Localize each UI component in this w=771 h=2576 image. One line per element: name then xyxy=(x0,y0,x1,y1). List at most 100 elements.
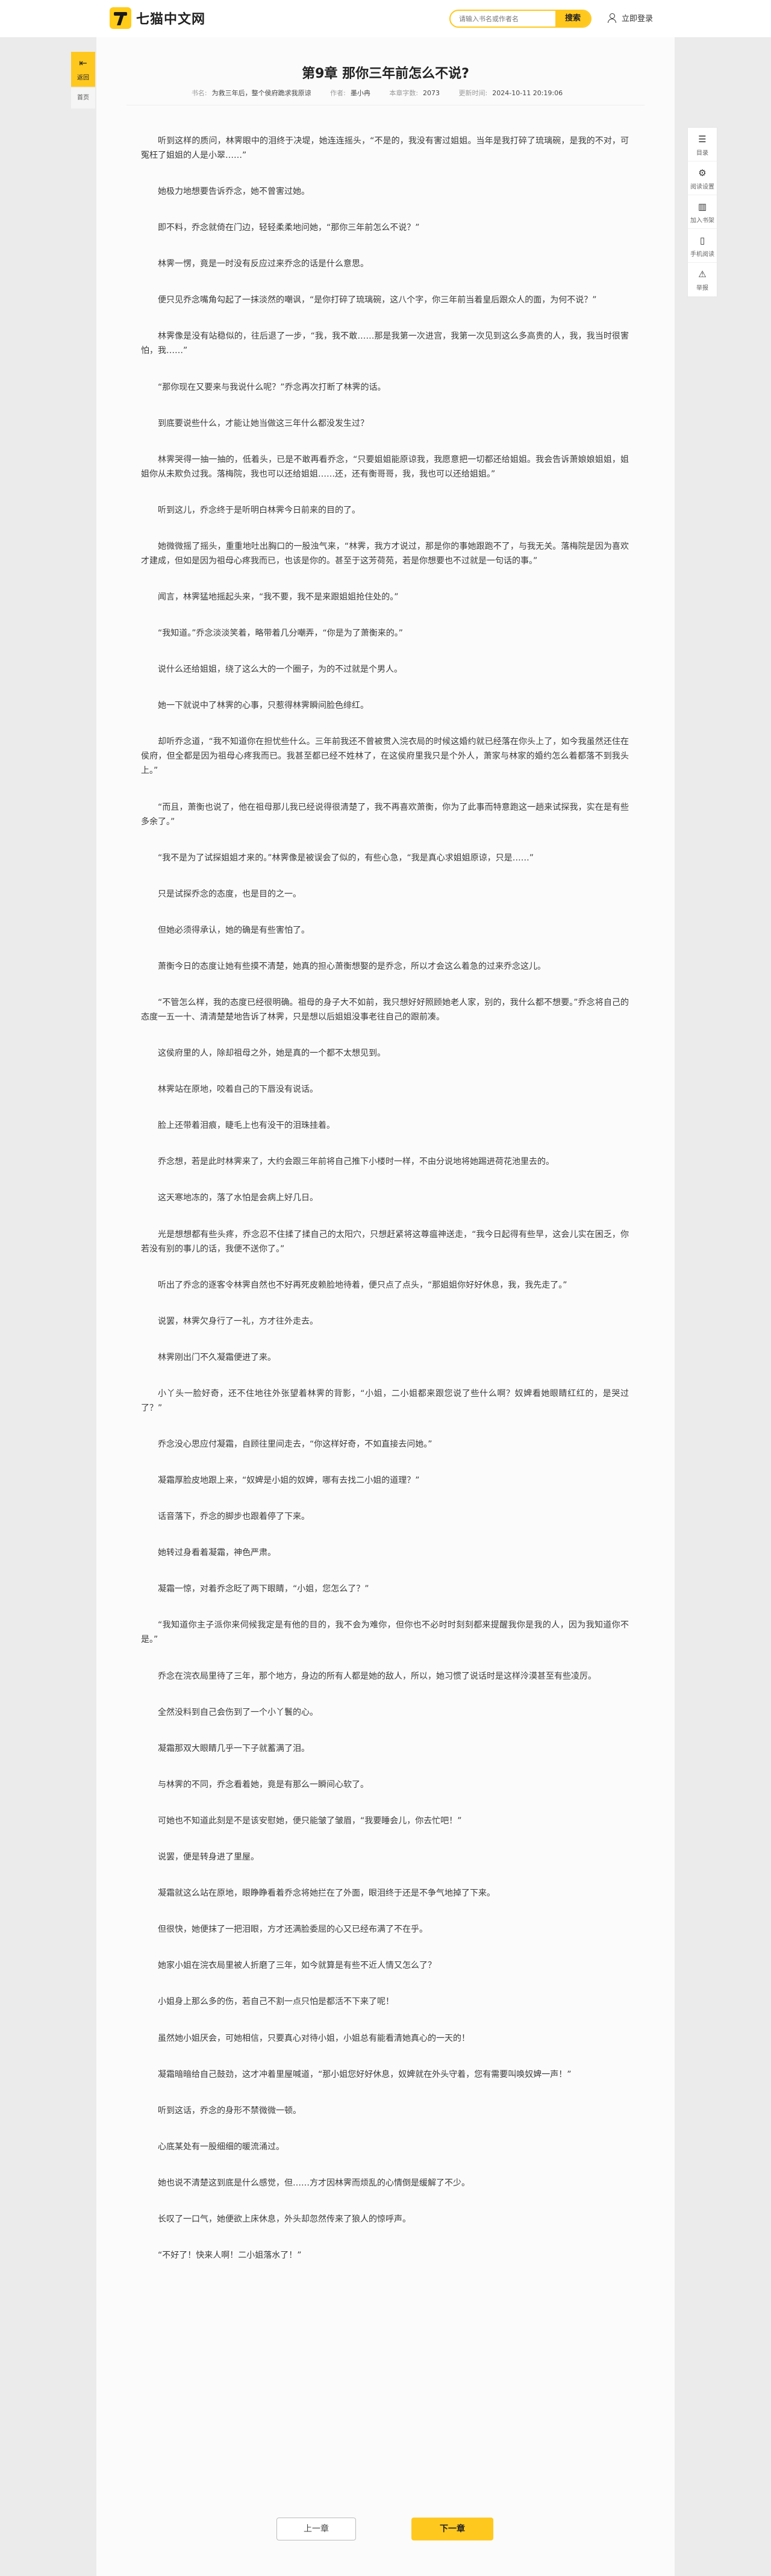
content-paragraph: 但很快，她便抹了一把泪眼，方才还满脸委屈的心又已经布满了不在乎。 xyxy=(158,1925,428,1935)
content-paragraph: “我知道。”乔念淡淡笑着，略带着几分嘲弄，“你是为了萧衡来的。” xyxy=(158,628,404,639)
catalog-icon: ☰ xyxy=(698,134,707,145)
content-paragraph: 林霁站在原地，咬着自己的下唇没有说话。 xyxy=(158,1085,318,1095)
search-button[interactable]: 搜索 xyxy=(555,11,590,27)
home-button[interactable]: 首页 xyxy=(71,88,95,108)
content-paragraph: 可她也不知道此刻是不是该安慰她，便只能皱了皱眉，“我要睡会儿，你去忙吧！” xyxy=(158,1816,462,1826)
back-label: 返回 xyxy=(77,75,89,81)
content-paragraph: 便只见乔念嘴角勾起了一抹淡然的嘲讽，“是你打碎了琉璃碗，这八个字，你三年前当着皇… xyxy=(158,295,597,306)
content-paragraph: 闻言，林霁猛地摇起头来，“我不要，我不是来跟姐姐抢住处的。” xyxy=(158,592,399,603)
content-paragraph: 乔念在浣衣局里待了三年，那个地方，身边的所有人都是她的敌人，所以，她习惯了说话时… xyxy=(158,1671,596,1681)
book-name[interactable]: 为救三年后，整个侯府跪求我原谅 xyxy=(212,89,311,97)
content-paragraph: 林霁一愣，竟是一时没有反应过来乔念的话是什么意思。 xyxy=(158,259,369,269)
content-paragraph: 凝霜就这么站在原地，眼睁睁看着乔念将她拦在了外面，眼泪终于还是不争气地掉了下来。 xyxy=(158,1888,495,1899)
tool-phone[interactable]: ▯ 手机阅读 xyxy=(688,229,717,263)
update-time-label: 更新时间: xyxy=(458,89,488,97)
content-paragraph: “而且，萧衡也说了，他在祖母那儿我已经说得很清楚了，我不再喜欢萧衡，你为了此事而… xyxy=(141,802,629,827)
reader-toolbar: ☰ 目录 ⚙ 阅读设置 ▥ 加入书架 ▯ 手机阅读 ⚠ 举报 xyxy=(687,127,717,297)
content-paragraph: 到底要说些什么，才能让她当做这三年什么都没发生过？ xyxy=(158,418,369,428)
content-paragraph: 她极力地想要告诉乔念，她不曾害过她。 xyxy=(158,187,310,197)
update-time: 2024-10-11 20:19:06 xyxy=(492,89,563,97)
settings-icon: ⚙ xyxy=(698,168,707,178)
content-paragraph: 长叹了一口气，她便欲上床休息，外头却忽然传来了狼人的惊呼声。 xyxy=(158,2214,411,2224)
author-label: 作者: xyxy=(330,89,346,97)
top-header: 七猫中文网 搜索 立即登录 xyxy=(0,0,771,38)
tool-bookshelf[interactable]: ▥ 加入书架 xyxy=(688,195,717,229)
tool-label: 加入书架 xyxy=(690,218,714,224)
content-paragraph: 听到这样的质问，林霁眼中的泪终于决堤，她连连摇头，“不是的，我没有害过姐姐。当年… xyxy=(141,136,629,160)
content-paragraph: “我不是为了试探姐姐才来的。”林霁像是被误会了似的，有些心急，“我是真心求姐姐原… xyxy=(158,853,534,863)
content-paragraph: 光是想想都有些头疼，乔念忍不住揉了揉自己的太阳穴，只想赶紧将这尊瘟神送走，“我今… xyxy=(141,1229,629,1254)
reading-area: 第9章 那你三年前怎么不说? 书名: 为救三年后，整个侯府跪求我原谅 作者: 墨小冉… xyxy=(96,37,675,2576)
tool-label: 阅读设置 xyxy=(690,184,714,190)
search-box: 搜索 xyxy=(449,10,592,28)
content-paragraph: “不好了！快来人啊！二小姐落水了！” xyxy=(158,2251,302,2261)
content-paragraph: 凝霜那双大眼睛几乎一下子就蓄满了泪。 xyxy=(158,1743,310,1753)
content-paragraph: 她一下就说中了林霁的心事，只惹得林霁瞬间脸色绯红。 xyxy=(158,701,369,711)
phone-icon: ▯ xyxy=(699,235,705,246)
login-link[interactable]: 立即登录 xyxy=(607,12,653,24)
chapter-content: 听到这样的质问，林霁眼中的泪终于决堤，她连连摇头，“不是的，我没有害过姐姐。当年… xyxy=(141,134,629,2284)
prev-chapter-button[interactable]: 上一章 xyxy=(276,2518,356,2540)
report-icon: ⚠ xyxy=(698,269,707,280)
content-paragraph: 乔念想，若是此时林霁来了，大约会跟三年前将自己推下小楼时一样，不由分说地将她踢进… xyxy=(158,1157,554,1167)
tool-label: 手机阅读 xyxy=(690,251,714,258)
logo-text: 七猫中文网 xyxy=(136,12,206,27)
content-paragraph: 她微微摇了摇头，重重地吐出胸口的一股浊气来，“林霁，我方才说过，那是你的事她跟跑… xyxy=(141,541,629,566)
tool-label: 举报 xyxy=(696,285,708,292)
content-paragraph: 凝霜一惊，对着乔念眨了两下眼睛，“小姐，您怎么了？” xyxy=(158,1584,369,1594)
content-paragraph: 说罢，林霁欠身行了一礼，方才往外走去。 xyxy=(158,1316,318,1326)
back-button[interactable]: ⇤ 返回 xyxy=(71,52,95,87)
content-paragraph: 话音落下，乔念的脚步也跟着停了下来。 xyxy=(158,1512,310,1522)
content-paragraph: 即不料，乔念就倚在门边，轻轻柔柔地问她，“那你三年前怎么不说？” xyxy=(158,223,420,233)
content-paragraph: 小姐身上那么多的伤，若自己不割一点只怕是都活不下来了呢！ xyxy=(158,1997,394,2007)
content-paragraph: 与林霁的不同，乔念看着她，竟是有那么一瞬间心软了。 xyxy=(158,1779,369,1790)
tool-catalog[interactable]: ☰ 目录 xyxy=(688,128,717,161)
content-paragraph: 虽然她小姐厌会，可她相信，只要真心对待小姐，小姐总有能看清她真心的一天的！ xyxy=(158,2033,470,2043)
content-paragraph: 她转过身看着凝霜，神色严肃。 xyxy=(158,1548,276,1558)
content-paragraph: 林霁刚出门不久凝霜便进了来。 xyxy=(158,1352,276,1362)
content-paragraph: “不管怎么样，我的态度已经很明确。祖母的身子大不如前，我只想好好照顾她老人家，别… xyxy=(141,997,629,1022)
login-label: 立即登录 xyxy=(622,14,654,24)
content-paragraph: 听到这儿，乔念终于是听明白林霁今日前来的目的了。 xyxy=(158,505,360,515)
content-paragraph: 心底某处有一股细细的暖流涌过。 xyxy=(158,2142,284,2152)
back-arrow-icon: ⇤ xyxy=(79,57,87,69)
tool-label: 目录 xyxy=(696,150,708,157)
book-label: 书名: xyxy=(191,89,207,97)
logo-icon xyxy=(110,7,131,29)
content-paragraph: 萧衡今日的态度让她有些摸不清楚，她真的担心萧衡想娶的是乔念，所以才会这么着急的过… xyxy=(158,961,546,971)
content-paragraph: 但她必须得承认，她的确是有些害怕了。 xyxy=(158,925,310,935)
content-paragraph: 说罢，便是转身进了里屋。 xyxy=(158,1852,259,1863)
content-paragraph: 听出了乔念的逐客令林霁自然也不好再死皮赖脸地待着，便只点了点头，“那姐姐你好好休… xyxy=(158,1280,567,1290)
content-paragraph: 脸上还带着泪痕，睫毛上也有没干的泪珠挂着。 xyxy=(158,1121,335,1131)
content-paragraph: 说什么还给姐姐，绕了这么大的一个圈子，为的不过就是个男人。 xyxy=(158,665,402,675)
content-paragraph: 这天寒地冻的，落了水怕是会病上好几日。 xyxy=(158,1193,318,1203)
site-logo[interactable]: 七猫中文网 xyxy=(110,7,205,29)
tool-report[interactable]: ⚠ 举报 xyxy=(688,263,717,296)
user-icon xyxy=(607,13,617,23)
bookshelf-icon: ▥ xyxy=(698,201,707,212)
content-paragraph: 全然没料到自己会伤到了一个小丫鬟的心。 xyxy=(158,1707,318,1717)
author-name[interactable]: 墨小冉 xyxy=(351,89,370,97)
word-count: 2073 xyxy=(423,89,440,97)
content-paragraph: 只是试探乔念的态度，也是目的之一。 xyxy=(158,889,301,899)
content-paragraph: 她家小姐在浣衣局里被人折磨了三年，如今就算是有些不近人情又怎么了？ xyxy=(158,1961,436,1971)
tool-settings[interactable]: ⚙ 阅读设置 xyxy=(688,161,717,195)
content-paragraph: “那你现在又要来与我说什么呢？”乔念再次打断了林霁的话。 xyxy=(158,382,386,392)
next-chapter-button[interactable]: 下一章 xyxy=(411,2518,493,2540)
chapter-meta: 书名: 为救三年后，整个侯府跪求我原谅 作者: 墨小冉 本章字数: 2073 更新时间… xyxy=(96,88,675,98)
content-paragraph: 小丫头一脸好奇，还不住地往外张望着林霁的背影，“小姐，二小姐都来跟您说了些什么啊… xyxy=(141,1388,629,1413)
content-paragraph: “我知道你主子派你来伺候我定是有他的目的，我不会为难你，但你也不必时时刻刻都来提… xyxy=(141,1620,629,1645)
content-paragraph: 这侯府里的人，除却祖母之外，她是真的一个都不太想见到。 xyxy=(158,1048,386,1059)
chapter-title: 第9章 那你三年前怎么不说? xyxy=(302,66,469,81)
left-toolbar: ⇤ 返回 首页 xyxy=(71,52,95,108)
search-input[interactable] xyxy=(451,11,560,27)
content-paragraph: 乔念没心思应付凝霜，自顾往里间走去，“你这样好奇，不如直接去问她。” xyxy=(158,1440,432,1449)
content-paragraph: 她也说不清楚这到底是什么感觉，但……方才因林霁而烦乱的心情倒是缓解了不少。 xyxy=(158,2178,470,2188)
word-count-label: 本章字数: xyxy=(389,89,419,97)
content-paragraph: 凝霜暗暗给自己鼓劲，这才冲着里屋喊道，“那小姐您好好休息，奴婢就在外头守着，您有… xyxy=(158,2069,572,2079)
content-paragraph: 听到这话，乔念的身形不禁微微一顿。 xyxy=(158,2105,301,2116)
content-paragraph: 林霁哭得一抽一抽的，低着头，已是不敢再看乔念，“只要姐姐能原谅我，我愿意把一切都… xyxy=(141,454,629,479)
content-paragraph: 凝霜厚脸皮地跟上来，“奴婢是小姐的奴婢，哪有去找二小姐的道理？” xyxy=(158,1476,420,1486)
content-paragraph: 林霁像是没有站稳似的，往后退了一步，“我，我不敢……那是我第一次进宫，我第一次见… xyxy=(141,331,629,356)
content-paragraph: 却听乔念道，“我不知道你在担忧些什么。三年前我还不曾被贯入浣衣局的时候这婚约就已… xyxy=(141,737,629,776)
